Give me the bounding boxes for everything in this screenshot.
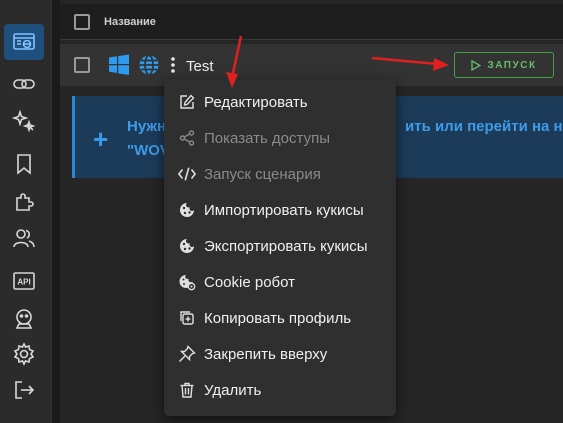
menu-item-label: Копировать профиль bbox=[204, 309, 352, 327]
sidebar-item-robot[interactable] bbox=[4, 301, 44, 337]
run-button-label: ЗАПУСК bbox=[487, 59, 537, 71]
bookmark-icon bbox=[17, 154, 31, 175]
menu-item-delete[interactable]: Удалить bbox=[164, 373, 396, 407]
api-icon: API bbox=[13, 272, 35, 290]
sidebar-item-team[interactable] bbox=[4, 220, 44, 256]
table-header: Название bbox=[60, 4, 563, 40]
edit-icon bbox=[178, 93, 196, 111]
api-icon-text: API bbox=[17, 278, 30, 287]
column-header-name[interactable]: Название bbox=[104, 16, 156, 28]
puzzle-icon bbox=[16, 193, 34, 211]
sidebar-item-links[interactable] bbox=[4, 66, 44, 102]
banner-text-line1: Нужн bbox=[127, 118, 167, 135]
users-icon bbox=[13, 229, 35, 248]
trash-icon bbox=[178, 381, 196, 399]
menu-item-pin-top[interactable]: Закрепить вверху bbox=[164, 337, 396, 371]
play-icon bbox=[471, 59, 482, 71]
run-button[interactable]: ЗАПУСК bbox=[454, 52, 554, 78]
banner-text-line1-right: ить или перейти на нов bbox=[405, 118, 563, 135]
sidebar-item-bookmarks[interactable] bbox=[4, 146, 44, 182]
sidebar-item-automation[interactable] bbox=[4, 103, 44, 139]
context-menu: Редактировать Показать доступы Запуск сц… bbox=[164, 79, 396, 416]
add-icon[interactable]: + bbox=[93, 124, 108, 155]
sidebar-divider bbox=[52, 0, 60, 423]
menu-item-cookie-robot[interactable]: Cookie робот bbox=[164, 265, 396, 299]
sidebar-item-extensions[interactable] bbox=[4, 183, 44, 219]
logout-icon bbox=[15, 381, 35, 399]
sidebar-item-api[interactable]: API bbox=[4, 263, 44, 299]
menu-item-label: Импортировать кукисы bbox=[204, 201, 364, 219]
menu-item-label: Редактировать bbox=[204, 93, 308, 111]
sidebar-item-settings[interactable] bbox=[4, 336, 44, 372]
robot-icon bbox=[15, 309, 33, 329]
app-window: API Название Test ЗАПУСК + Нужн ить или … bbox=[0, 0, 563, 423]
menu-item-label: Экспортировать кукисы bbox=[204, 237, 368, 255]
code-icon bbox=[178, 165, 196, 183]
browser-profiles-icon bbox=[13, 33, 35, 50]
sidebar-item-logout[interactable] bbox=[4, 372, 44, 408]
menu-item-label: Показать доступы bbox=[204, 129, 330, 147]
menu-item-label: Закрепить вверху bbox=[204, 345, 328, 363]
settings-icon bbox=[13, 342, 35, 366]
cookie-icon bbox=[178, 237, 196, 255]
globe-icon bbox=[139, 54, 159, 76]
menu-item-label: Cookie робот bbox=[204, 273, 296, 291]
row-checkbox[interactable] bbox=[74, 57, 90, 73]
menu-item-show-access[interactable]: Показать доступы bbox=[164, 121, 396, 155]
menu-item-label: Запуск сценария bbox=[204, 165, 321, 183]
pin-icon bbox=[178, 345, 196, 363]
menu-item-run-script[interactable]: Запуск сценария bbox=[164, 157, 396, 191]
link-icon bbox=[13, 79, 35, 89]
menu-item-export-cookies[interactable]: Экспортировать кукисы bbox=[164, 229, 396, 263]
sidebar: API bbox=[0, 0, 52, 423]
sparkles-icon bbox=[12, 109, 36, 133]
cookie-robot-icon bbox=[178, 273, 196, 291]
select-all-checkbox[interactable] bbox=[74, 14, 90, 30]
menu-item-label: Удалить bbox=[204, 381, 262, 399]
menu-item-edit[interactable]: Редактировать bbox=[164, 85, 396, 119]
windows-icon bbox=[109, 54, 129, 75]
kebab-menu-icon[interactable] bbox=[170, 56, 176, 74]
menu-item-import-cookies[interactable]: Импортировать кукисы bbox=[164, 193, 396, 227]
share-icon bbox=[178, 129, 196, 147]
cookie-icon bbox=[178, 201, 196, 219]
profile-name[interactable]: Test bbox=[186, 58, 214, 75]
menu-item-copy-profile[interactable]: Копировать профиль bbox=[164, 301, 396, 335]
copy-icon bbox=[178, 309, 196, 327]
sidebar-item-profiles[interactable] bbox=[4, 24, 44, 60]
